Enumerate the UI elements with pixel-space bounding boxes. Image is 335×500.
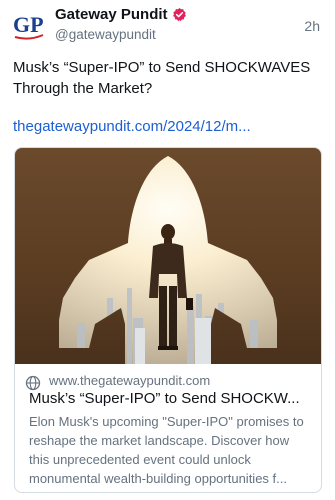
post-timestamp: 2h	[304, 18, 320, 34]
card-image[interactable]	[15, 148, 321, 364]
verified-badge-icon	[172, 7, 186, 22]
card-body[interactable]: www.thegatewaypundit.com Musk’s “Super-I…	[15, 364, 321, 488]
author-name[interactable]: Gateway Pundit	[55, 6, 168, 23]
card-description: Elon Musk's upcoming "Super-IPO" promise…	[29, 414, 304, 486]
author-name-row[interactable]: Gateway Pundit	[55, 6, 187, 23]
post-link[interactable]: thegatewaypundit.com/2024/12/m...	[13, 116, 323, 137]
card-title[interactable]: Musk’s “Super-IPO” to Send SHOCKW...	[29, 389, 304, 409]
author-avatar[interactable]: GP	[12, 8, 46, 42]
author-handle[interactable]: @gatewaypundit	[55, 27, 156, 42]
card-domain: www.thegatewaypundit.com	[49, 373, 211, 388]
link-preview-card[interactable]: www.thegatewaypundit.com Musk’s “Super-I…	[14, 147, 322, 493]
avatar-initials: GP	[13, 12, 44, 37]
post-text: Musk’s “Super-IPO” to Send SHOCKWAVES Th…	[13, 59, 311, 97]
